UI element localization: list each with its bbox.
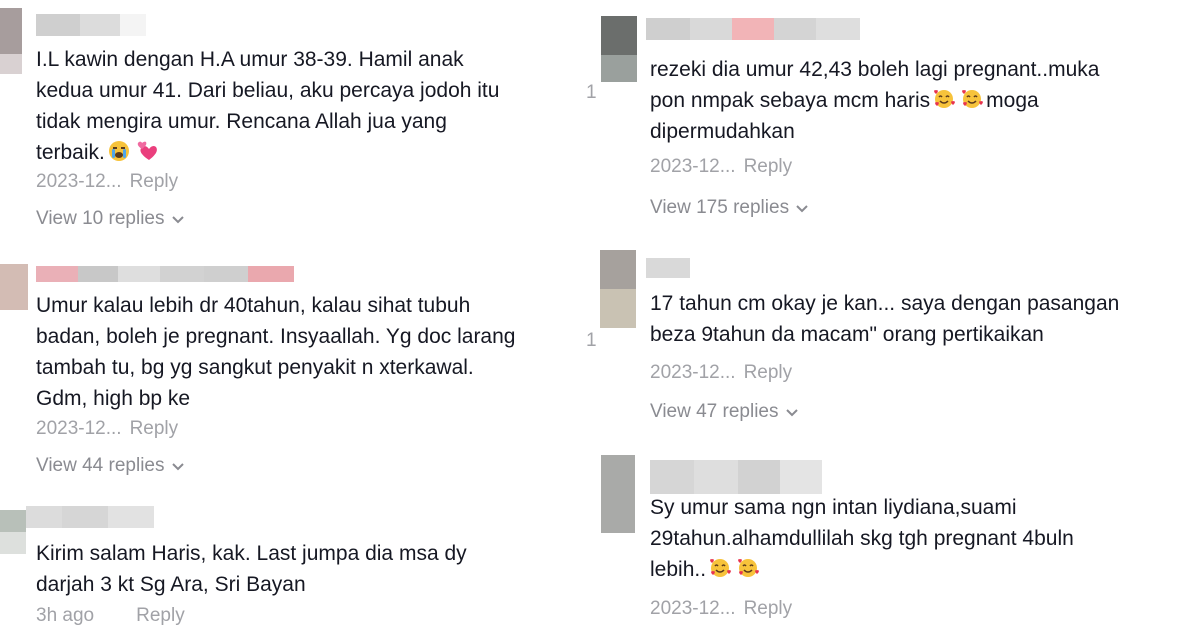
view-replies-button[interactable]: View 175 replies (650, 197, 809, 219)
crying-face-icon (108, 140, 130, 162)
reply-button[interactable]: Reply (744, 362, 793, 383)
view-replies-label: View 175 replies (650, 197, 790, 218)
smiling-face-with-hearts-icon (961, 88, 983, 110)
comment-date: 2023-12... (36, 171, 122, 192)
username-blurred[interactable] (36, 14, 146, 36)
smiling-face-with-hearts-icon (709, 557, 731, 579)
avatar[interactable] (0, 510, 26, 554)
smiling-face-with-hearts-icon (737, 557, 759, 579)
view-replies-button[interactable]: View 10 replies (36, 208, 185, 230)
comment-text: Umur kalau lebih dr 40tahun, kalau sihat… (36, 294, 516, 410)
comment-date: 2023-12... (650, 156, 736, 177)
view-replies-button[interactable]: View 44 replies (36, 455, 185, 477)
comment-date: 2023-12... (650, 598, 736, 619)
comment-date: 2023-12... (36, 418, 122, 439)
reply-button[interactable]: Reply (130, 418, 179, 439)
avatar[interactable] (0, 264, 28, 310)
cut-off-text: 1 (586, 82, 597, 103)
comment-meta: 3h ago Reply (36, 605, 185, 627)
cut-off-text: 1 (586, 330, 597, 351)
username-blurred[interactable] (26, 506, 154, 528)
comment-meta: 2023-12... Reply (36, 171, 178, 193)
username-blurred[interactable] (646, 18, 860, 40)
comment-date: 3h ago (36, 605, 95, 626)
chevron-down-icon (171, 463, 184, 471)
chevron-down-icon (796, 205, 808, 213)
view-replies-label: View 47 replies (650, 401, 779, 422)
comment-text: Kirim salam Haris, kak. Last jumpa dia m… (36, 542, 467, 596)
avatar[interactable] (601, 16, 637, 82)
comment-text: 17 tahun cm okay je kan... saya dengan p… (650, 292, 1120, 346)
comment-meta: 2023-12... Reply (650, 598, 792, 620)
reply-button[interactable]: Reply (130, 171, 179, 192)
two-hearts-icon (136, 140, 158, 162)
chevron-down-icon (171, 216, 184, 224)
chevron-down-icon (785, 409, 798, 417)
comment-meta: 2023-12... Reply (36, 418, 178, 440)
avatar[interactable] (600, 250, 636, 328)
comment-text: Sy umur sama ngn intan liydiana,suami 29… (650, 492, 1200, 585)
username-blurred[interactable] (36, 266, 294, 282)
comment-text: rezeki dia umur 42,43 boleh lagi pregnan… (650, 54, 1200, 147)
avatar[interactable] (601, 455, 635, 533)
view-replies-label: View 10 replies (36, 208, 165, 229)
comment-text-body: I.L kawin dengan H.A umur 38-39. Hamil a… (36, 48, 500, 164)
comment-meta: 2023-12... Reply (650, 362, 792, 384)
comment-meta: 2023-12... Reply (650, 156, 792, 178)
username-blurred[interactable] (646, 258, 690, 278)
comment-text: I.L kawin dengan H.A umur 38-39. Hamil a… (36, 44, 576, 168)
username-blurred[interactable] (650, 460, 822, 494)
avatar[interactable] (0, 8, 22, 74)
reply-button[interactable]: Reply (744, 598, 793, 619)
reply-button[interactable]: Reply (136, 605, 185, 626)
view-replies-label: View 44 replies (36, 455, 165, 476)
reply-button[interactable]: Reply (744, 156, 793, 177)
smiling-face-with-hearts-icon (933, 88, 955, 110)
view-replies-button[interactable]: View 47 replies (650, 401, 799, 423)
comment-date: 2023-12... (650, 362, 736, 383)
